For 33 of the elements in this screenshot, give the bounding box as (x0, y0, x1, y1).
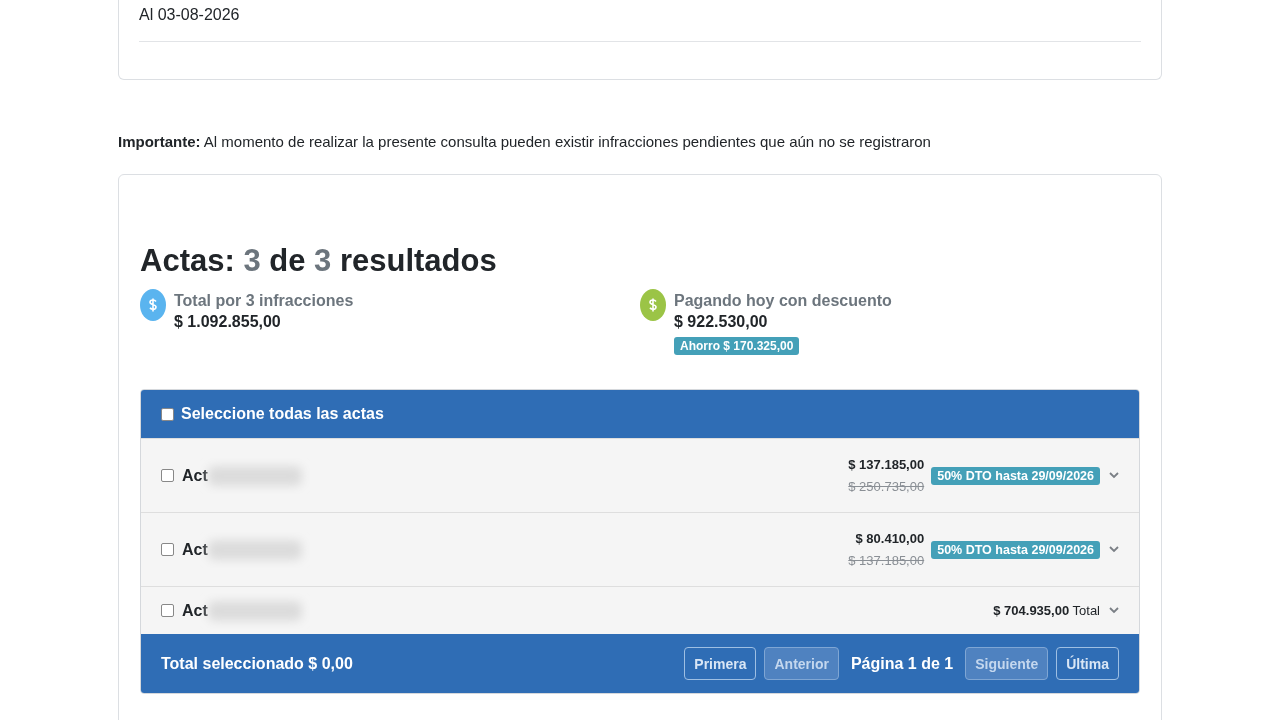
row-checkbox[interactable] (161, 543, 174, 556)
discounted-amount: $ 137.185,00 (848, 455, 925, 474)
pagination-button[interactable]: Primera (684, 647, 757, 680)
acta-row[interactable]: Act $ 704.935,00 Total (141, 586, 1139, 634)
acta-label: Act (182, 601, 208, 620)
stat-label: Pagando hoy con descuento (674, 291, 892, 311)
chevron-down-icon[interactable] (1109, 546, 1119, 553)
acta-row[interactable]: Act $ 80.410,00 $ 137.185,00 50% DTO hasta 29/09/2026 (141, 512, 1139, 586)
stat-label: Total por 3 infracciones (174, 291, 354, 311)
discounted-amount: $ 80.410,00 (854, 529, 925, 548)
acta-label: Act (182, 466, 208, 485)
total-amount: $ 704.935,00 Total (993, 603, 1100, 618)
pagination-button[interactable]: Última (1056, 647, 1119, 680)
page-indicator: Página 1 de 1 (850, 654, 954, 673)
selected-total: Total seleccionado $ 0,00 (161, 654, 353, 673)
select-all-label: Seleccione todas las actas (181, 405, 384, 423)
chevron-down-icon[interactable] (1109, 607, 1119, 614)
discount-badge: 50% DTO hasta 29/09/2026 (931, 540, 1100, 559)
stat-amount: $ 922.530,00 (674, 312, 769, 332)
notice-text: Importante: Al momento de realizar la presente consulta pueden existir infracciones pendientes que aún no se registraron (118, 132, 932, 152)
date-text: Al 03-08-2026 (139, 5, 241, 25)
chevron-down-icon[interactable] (1109, 472, 1119, 479)
original-amount: $ 250.735,00 (848, 477, 925, 496)
acta-label: Act (182, 540, 208, 559)
original-amount: $ 137.185,00 (848, 551, 925, 570)
stat-amount: $ 1.092.855,00 (174, 312, 282, 332)
row-checkbox[interactable] (161, 469, 174, 482)
savings-badge: Ahorro $ 170.325,00 (674, 337, 800, 355)
acta-row[interactable]: Act $ 137.185,00 $ 250.735,00 50% DTO hasta 29/09/2026 (141, 438, 1139, 512)
discount-badge: 50% DTO hasta 29/09/2026 (931, 466, 1100, 485)
row-checkbox[interactable] (161, 604, 174, 617)
select-all-checkbox[interactable] (161, 407, 174, 421)
results-heading: Actas: 3 de 3 resultados (140, 243, 498, 279)
